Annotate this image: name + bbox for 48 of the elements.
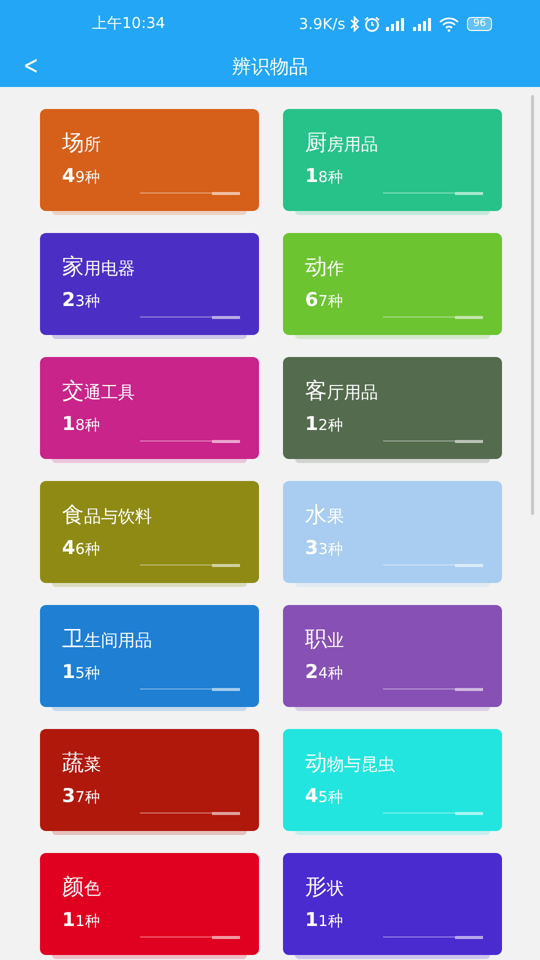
category-title: 卫生间用品: [62, 627, 152, 654]
category-title: 职业: [305, 627, 344, 654]
category-card[interactable]: 动作 67种: [283, 233, 502, 335]
category-card[interactable]: 交通工具 18种: [40, 357, 259, 459]
category-title: 动物与昆虫: [305, 751, 395, 778]
wifi-icon: [438, 16, 460, 32]
category-card[interactable]: 场所 49种: [40, 109, 259, 211]
category-title: 厨房用品: [305, 131, 378, 158]
category-title: 食品与饮料: [62, 503, 152, 530]
category-count: 24种: [305, 662, 343, 683]
category-title: 客厅用品: [305, 379, 378, 406]
category-count: 11种: [305, 910, 343, 931]
category-title: 交通工具: [62, 379, 135, 406]
category-title: 水果: [305, 503, 344, 530]
category-count: 12种: [305, 414, 343, 435]
category-card[interactable]: 厨房用品 18种: [283, 109, 502, 211]
battery-level: 96: [467, 16, 492, 30]
bluetooth-icon: [350, 16, 360, 32]
category-card[interactable]: 职业 24种: [283, 605, 502, 707]
page-title: 辨识物品: [232, 55, 308, 80]
category-count: 15种: [62, 662, 100, 683]
category-count: 23种: [62, 290, 100, 311]
category-card[interactable]: 卫生间用品 15种: [40, 605, 259, 707]
category-count: 49种: [62, 166, 100, 187]
category-title: 蔬菜: [62, 751, 101, 778]
category-title: 场所: [62, 131, 101, 158]
category-card[interactable]: 食品与饮料 46种: [40, 481, 259, 583]
category-title: 家用电器: [62, 255, 135, 282]
status-time: 上午10:34: [92, 14, 166, 33]
category-count: 18种: [62, 414, 100, 435]
category-title: 形状: [305, 875, 344, 902]
category-count: 37种: [62, 786, 100, 807]
category-count: 18种: [305, 166, 343, 187]
category-count: 11种: [62, 910, 100, 931]
category-card[interactable]: 蔬菜 37种: [40, 729, 259, 831]
category-count: 45种: [305, 786, 343, 807]
category-card[interactable]: 客厅用品 12种: [283, 357, 502, 459]
back-button[interactable]: <: [19, 50, 43, 82]
category-card[interactable]: 形状 11种: [283, 853, 502, 955]
category-count: 67种: [305, 290, 343, 311]
category-card[interactable]: 家用电器 23种: [40, 233, 259, 335]
category-count: 33种: [305, 538, 343, 559]
network-speed: 3.9K/s: [298, 14, 346, 32]
alarm-icon: [363, 16, 382, 32]
category-title: 颜色: [62, 875, 101, 902]
category-card[interactable]: 颜色 11种: [40, 853, 259, 955]
category-title: 动作: [305, 255, 344, 282]
category-count: 46种: [62, 538, 100, 559]
